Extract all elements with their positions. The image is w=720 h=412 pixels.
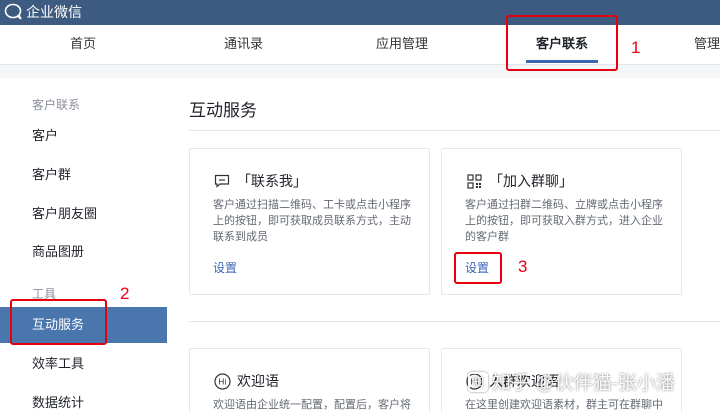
title-divider bbox=[189, 130, 720, 131]
annotation-number-1: 1 bbox=[631, 38, 641, 57]
annotation-box-1 bbox=[506, 15, 618, 71]
hi-badge-icon: Hi bbox=[213, 372, 231, 390]
annotation-box-2 bbox=[10, 299, 107, 345]
card-contact-me: 「联系我」 客户通过扫描二维码、工卡或点击小程序上的按钮，即可获取成员联系方式，… bbox=[189, 148, 430, 295]
nav-contacts[interactable]: 通讯录 bbox=[224, 25, 263, 65]
qr-code-icon bbox=[465, 172, 483, 190]
annotation-number-3: 3 bbox=[518, 257, 528, 276]
card-title: 「加入群聊」 bbox=[489, 173, 573, 189]
card-title: 「联系我」 bbox=[237, 173, 307, 189]
card-description: 欢迎语由企业统一配置，配置后，客户将 bbox=[213, 399, 411, 411]
annotation-number-2: 2 bbox=[120, 284, 130, 303]
card-description: 客户通过扫群二维码、立牌或点击小程序上的按钮，即可获取入群方式，进入企业的客户群 bbox=[465, 199, 663, 243]
sidebar-item-product-album[interactable]: 商品图册 bbox=[0, 234, 167, 270]
app-title: 企业微信 bbox=[26, 4, 82, 20]
sidebar: 客户联系 客户 客户群 客户朋友圈 商品图册 工具 互动服务 效率工具 数据统计 bbox=[0, 78, 167, 412]
sidebar-item-efficiency-tools[interactable]: 效率工具 bbox=[0, 346, 167, 382]
nav-app-management[interactable]: 应用管理 bbox=[376, 25, 428, 65]
contact-me-settings-link[interactable]: 设置 bbox=[213, 259, 237, 276]
app-logo[interactable]: 企业微信 bbox=[4, 3, 82, 21]
annotation-box-3 bbox=[454, 252, 502, 284]
zhihu-logo-icon: 知 bbox=[468, 371, 488, 392]
page-title: 互动服务 bbox=[189, 101, 257, 120]
section-divider bbox=[189, 321, 720, 322]
nav-management[interactable]: 管理 bbox=[694, 25, 720, 65]
chat-bubble-icon bbox=[213, 172, 231, 190]
main-content: 互动服务 「联系我」 客户通过扫描二维码、工卡或点击小程序上的按钮，即可获取成员… bbox=[167, 78, 720, 412]
card-description: 客户通过扫描二维码、工卡或点击小程序上的按钮，即可获取成员联系方式，主动联系到成… bbox=[213, 199, 411, 243]
nav-home[interactable]: 首页 bbox=[70, 25, 96, 65]
sidebar-group-customer-contact: 客户联系 bbox=[32, 98, 81, 112]
svg-text:Hi: Hi bbox=[218, 377, 226, 386]
watermark: 知 知乎 @伙伴猫-张小潘 bbox=[468, 368, 675, 395]
sidebar-item-data-statistics[interactable]: 数据统计 bbox=[0, 385, 167, 412]
sidebar-item-customer-groups[interactable]: 客户群 bbox=[0, 157, 167, 193]
card-description: 在这里创建欢迎语素材，群主可在群聊中 bbox=[465, 399, 663, 411]
sidebar-item-moments[interactable]: 客户朋友圈 bbox=[0, 196, 167, 232]
watermark-text: 知乎 @伙伴猫-张小潘 bbox=[492, 373, 675, 394]
wecom-logo-icon bbox=[4, 3, 22, 20]
sidebar-item-customers[interactable]: 客户 bbox=[0, 118, 167, 154]
card-welcome-message: Hi 欢迎语 欢迎语由企业统一配置，配置后，客户将 bbox=[189, 348, 430, 412]
card-title: 欢迎语 bbox=[237, 373, 279, 389]
